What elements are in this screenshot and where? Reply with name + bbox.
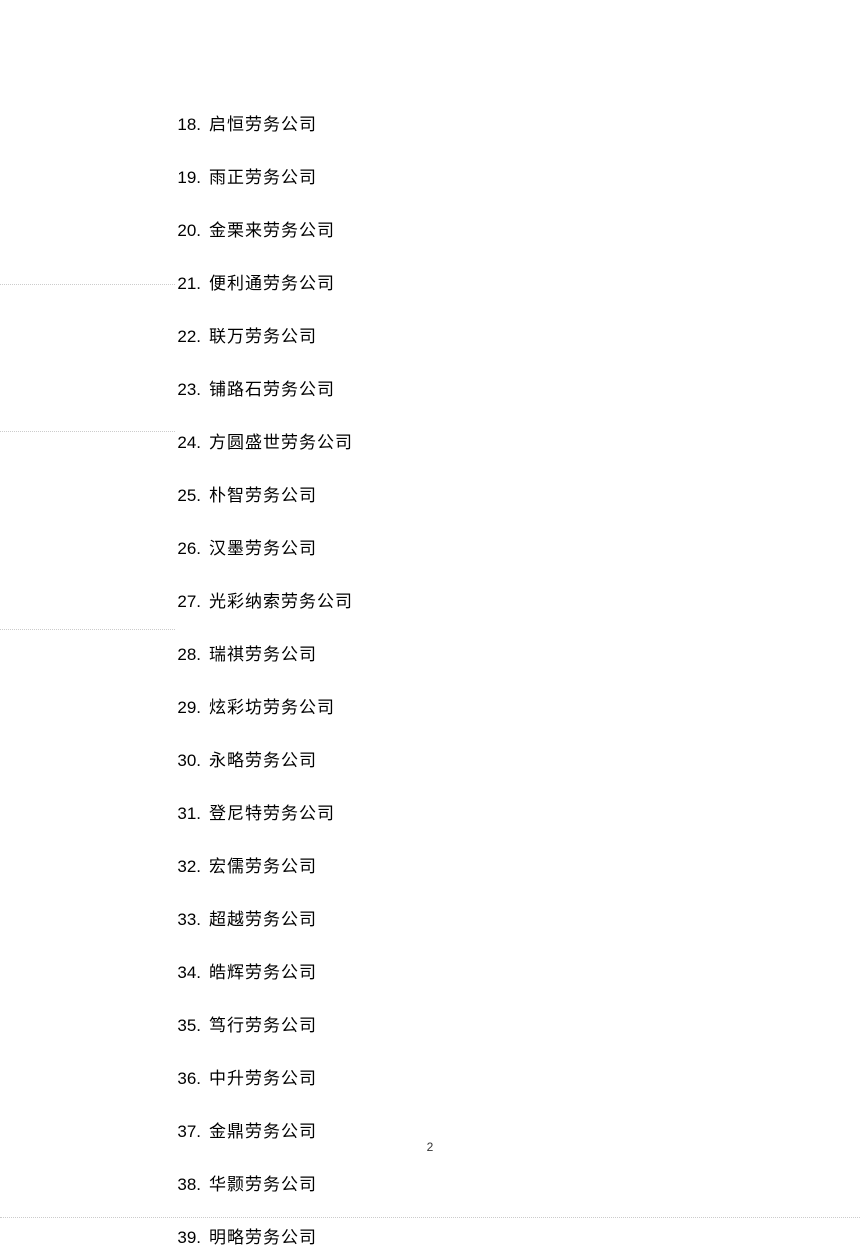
item-text: 启恒劳务公司: [209, 110, 317, 135]
item-number: 36.: [165, 1069, 201, 1089]
item-text: 金鼎劳务公司: [209, 1117, 317, 1142]
list-item: 23. 铺路石劳务公司: [0, 375, 860, 400]
list-item: 32. 宏儒劳务公司: [0, 852, 860, 877]
item-number: 37.: [165, 1122, 201, 1142]
item-number: 39.: [165, 1228, 201, 1248]
item-number: 28.: [165, 645, 201, 665]
item-number: 33.: [165, 910, 201, 930]
item-number: 38.: [165, 1175, 201, 1195]
item-text: 金栗来劳务公司: [209, 216, 335, 241]
list-item: 37. 金鼎劳务公司: [0, 1117, 860, 1142]
item-number: 27.: [165, 592, 201, 612]
company-list: 18.启恒劳务公司19.雨正劳务公司20.金栗来劳务公司21.便利通劳务公司22…: [0, 110, 860, 1248]
list-item: 19. 雨正劳务公司: [0, 163, 860, 188]
list-item: 35. 笃行劳务公司: [0, 1011, 860, 1036]
item-number: 25.: [165, 486, 201, 506]
list-item: 26. 汉墨劳务公司: [0, 534, 860, 559]
list-item: 33. 超越劳务公司: [0, 905, 860, 930]
item-text: 瑞祺劳务公司: [209, 640, 317, 665]
item-number: 26.: [165, 539, 201, 559]
item-text: 光彩纳索劳务公司: [209, 587, 353, 612]
item-number: 34.: [165, 963, 201, 983]
item-number: 23.: [165, 380, 201, 400]
item-text: 方圆盛世劳务公司: [209, 428, 353, 453]
list-item: 36. 中升劳务公司: [0, 1064, 860, 1089]
item-text: 便利通劳务公司: [209, 269, 335, 294]
page-number: 2: [0, 1140, 860, 1154]
item-text: 雨正劳务公司: [209, 163, 317, 188]
list-item: 31. 登尼特劳务公司: [0, 799, 860, 824]
item-text: 宏儒劳务公司: [209, 852, 317, 877]
item-number: 35.: [165, 1016, 201, 1036]
list-item: 20. 金栗来劳务公司: [0, 216, 860, 241]
item-text: 皓辉劳务公司: [209, 958, 317, 983]
separator-line: [0, 284, 175, 285]
item-text: 炫彩坊劳务公司: [209, 693, 335, 718]
list-item: 34. 皓辉劳务公司: [0, 958, 860, 983]
item-text: 汉墨劳务公司: [209, 534, 317, 559]
item-number: 19.: [165, 168, 201, 188]
item-text: 朴智劳务公司: [209, 481, 317, 506]
item-text: 永略劳务公司: [209, 746, 317, 771]
list-item: 38. 华颢劳务公司: [0, 1170, 860, 1195]
item-number: 29.: [165, 698, 201, 718]
item-number: 20.: [165, 221, 201, 241]
separator-line: [0, 629, 175, 630]
list-item: 28. 瑞祺劳务公司: [0, 640, 860, 665]
item-number: 30.: [165, 751, 201, 771]
document-page: 18.启恒劳务公司19.雨正劳务公司20.金栗来劳务公司21.便利通劳务公司22…: [0, 0, 860, 1218]
item-text: 明略劳务公司: [209, 1223, 317, 1248]
list-item: 30. 永略劳务公司: [0, 746, 860, 771]
list-item: 29. 炫彩坊劳务公司: [0, 693, 860, 718]
list-item: 22. 联万劳务公司: [0, 322, 860, 347]
item-text: 笃行劳务公司: [209, 1011, 317, 1036]
item-text: 联万劳务公司: [209, 322, 317, 347]
list-item: 21.便利通劳务公司: [0, 269, 860, 294]
item-text: 登尼特劳务公司: [209, 799, 335, 824]
separator-line: [0, 431, 175, 432]
item-number: 24.: [165, 433, 201, 453]
item-text: 中升劳务公司: [209, 1064, 317, 1089]
list-item: 27. 光彩纳索劳务公司: [0, 587, 860, 612]
list-item: 25. 朴智劳务公司: [0, 481, 860, 506]
item-number: 31.: [165, 804, 201, 824]
list-item: 39. 明略劳务公司: [0, 1223, 860, 1248]
item-number: 22.: [165, 327, 201, 347]
list-item: 18. 启恒劳务公司: [0, 110, 860, 135]
item-text: 超越劳务公司: [209, 905, 317, 930]
item-text: 华颢劳务公司: [209, 1170, 317, 1195]
item-text: 铺路石劳务公司: [209, 375, 335, 400]
item-number: 18.: [165, 115, 201, 135]
item-number: 32.: [165, 857, 201, 877]
